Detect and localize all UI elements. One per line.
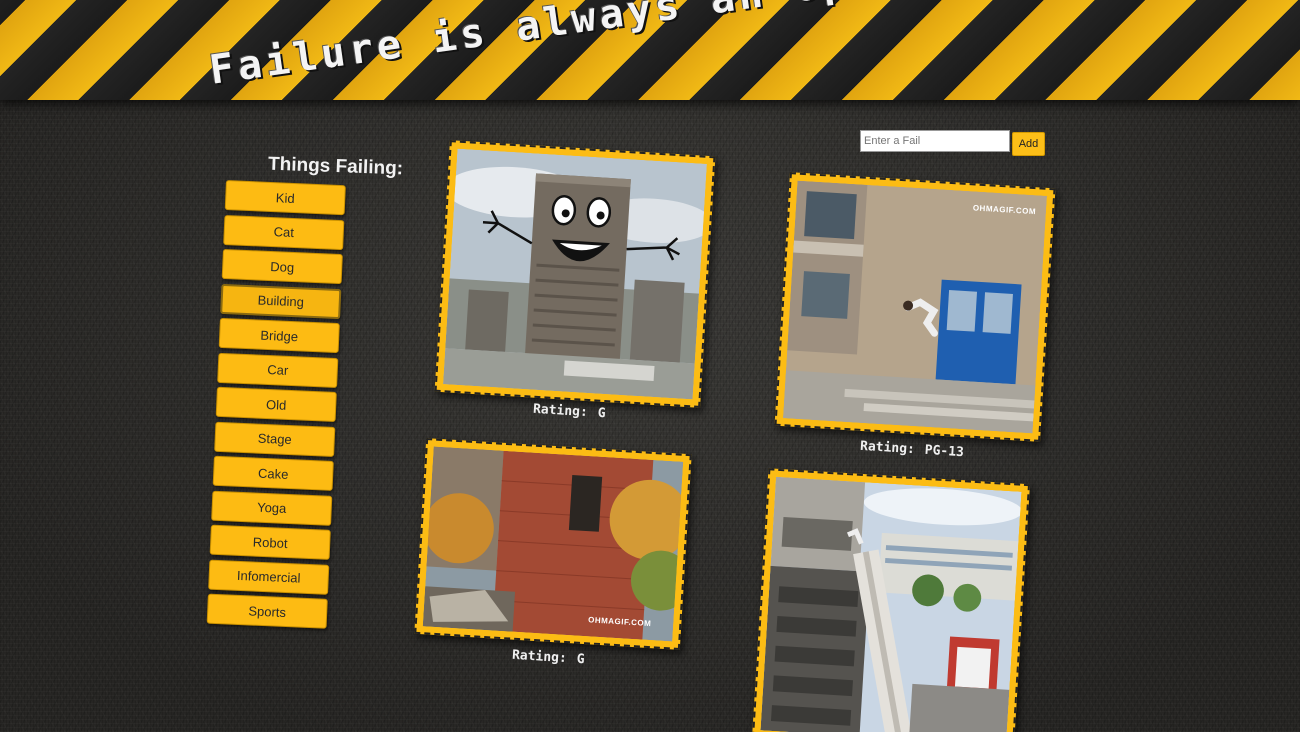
category-button-cake[interactable]: Cake	[212, 455, 334, 491]
add-fail-form: Add	[860, 130, 1045, 156]
category-button-building[interactable]: Building	[220, 283, 342, 319]
category-button-infomercial[interactable]: Infomercial	[208, 559, 330, 595]
category-button-cat[interactable]: Cat	[223, 214, 345, 250]
rating-label: Rating:	[859, 438, 916, 458]
gif-image-building[interactable]	[443, 148, 707, 400]
category-button-yoga[interactable]: Yoga	[211, 490, 333, 526]
category-button-kid[interactable]: Kid	[224, 180, 346, 216]
gif-image-wall-kick[interactable]: OHMAGIF.COM	[782, 180, 1048, 434]
sidebar-title: Things Failing:	[267, 153, 404, 180]
rating-value: G	[576, 651, 586, 668]
gif-image-brick-wall[interactable]: OHMAGIF.COM	[422, 446, 684, 642]
category-button-car[interactable]: Car	[217, 352, 339, 388]
gif-rating-1: Rating: G	[533, 402, 606, 421]
rating-value: G	[597, 405, 607, 422]
category-button-stage[interactable]: Stage	[214, 421, 336, 457]
gif-rating-2: Rating: PG-13	[860, 439, 965, 460]
gif-card-1[interactable]	[434, 140, 716, 408]
gif-card-4[interactable]	[752, 468, 1030, 732]
category-button-robot[interactable]: Robot	[209, 524, 331, 560]
gif-card-2[interactable]: OHMAGIF.COM	[774, 172, 1056, 442]
rating-label: Rating:	[511, 647, 568, 667]
rating-value: PG-13	[924, 442, 965, 461]
fail-input[interactable]	[860, 130, 1010, 152]
gif-card-3[interactable]: OHMAGIF.COM	[414, 438, 692, 650]
category-button-dog[interactable]: Dog	[221, 248, 343, 285]
gif-image-rail-slide[interactable]	[760, 476, 1022, 732]
category-button-list: Kid Cat Dog Building Bridge Car Old Stag…	[206, 180, 406, 647]
category-button-sports[interactable]: Sports	[206, 593, 328, 629]
category-button-old[interactable]: Old	[215, 386, 337, 423]
add-button[interactable]: Add	[1012, 132, 1045, 156]
gif-rating-3: Rating: G	[512, 648, 585, 667]
category-button-bridge[interactable]: Bridge	[218, 317, 340, 354]
rating-label: Rating:	[532, 401, 589, 421]
